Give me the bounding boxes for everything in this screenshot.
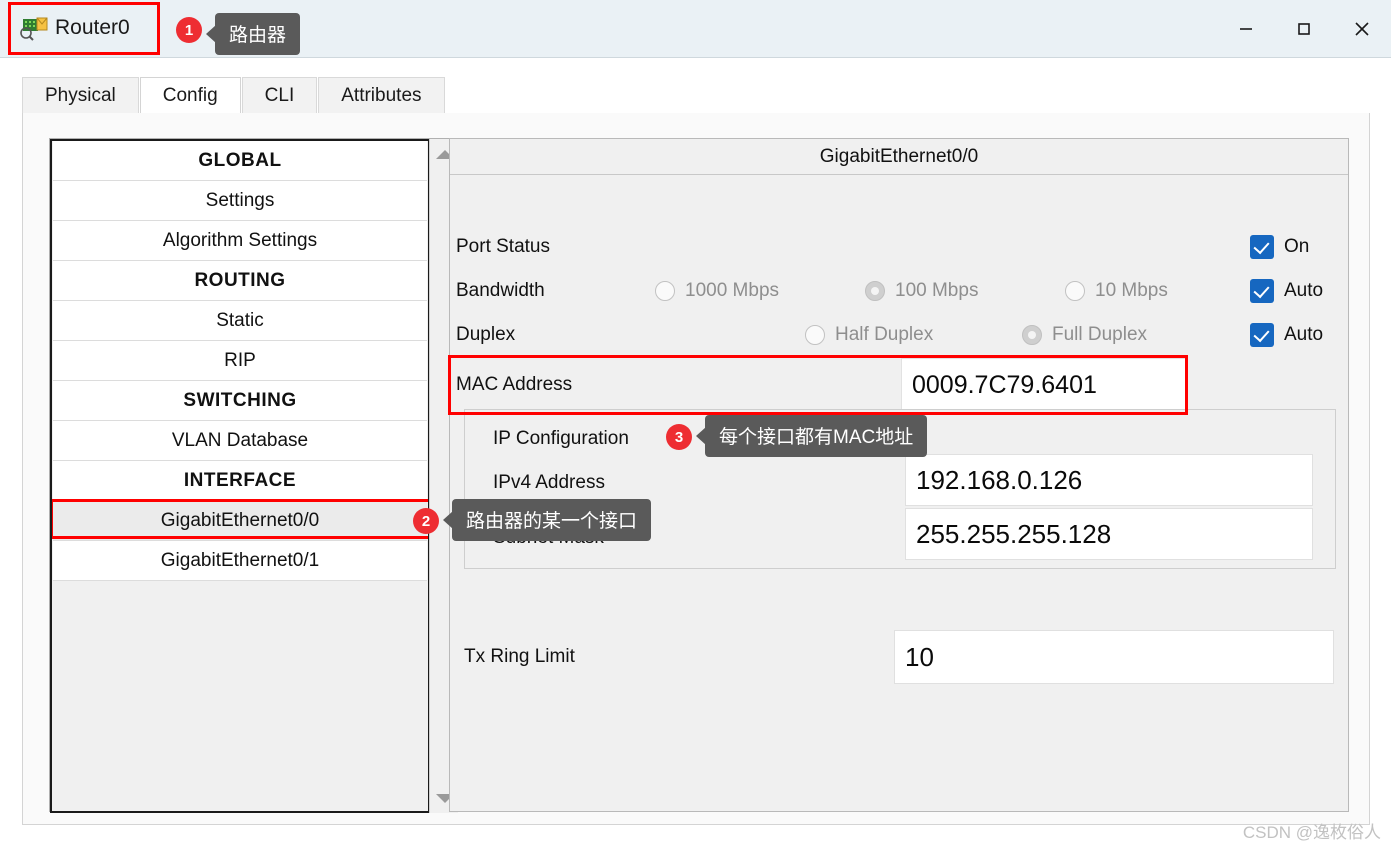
- ip-configuration-title: IP Configuration: [493, 428, 629, 449]
- tx-ring-limit-label: Tx Ring Limit: [464, 646, 575, 667]
- mac-address-field[interactable]: 0009.7C79.6401: [901, 358, 1186, 412]
- bandwidth-option-1000[interactable]: 1000 Mbps: [655, 280, 779, 302]
- duplex-auto-label: Auto: [1284, 324, 1324, 345]
- annotation-badge-2: 2: [413, 508, 439, 534]
- tab-attributes[interactable]: Attributes: [318, 77, 445, 113]
- tx-ring-limit-row: Tx Ring Limit 10: [464, 629, 1336, 685]
- duplex-radio-full[interactable]: [1022, 325, 1042, 345]
- bandwidth-option-10[interactable]: 10 Mbps: [1065, 280, 1168, 302]
- subnet-mask-field[interactable]: 255.255.255.128: [905, 508, 1313, 560]
- bandwidth-radio-10-label: 10 Mbps: [1095, 280, 1168, 301]
- sidebar-item-static[interactable]: Static: [53, 301, 427, 341]
- sidebar-item-routing: ROUTING: [53, 261, 427, 301]
- duplex-auto-checkbox-wrap[interactable]: Auto: [1250, 323, 1323, 347]
- sidebar-item-interface: INTERFACE: [53, 461, 427, 501]
- duplex-label: Duplex: [456, 324, 516, 345]
- annotation-tooltip-1: 路由器: [205, 13, 301, 55]
- config-sidebar: GLOBAL Settings Algorithm Settings ROUTI…: [49, 138, 459, 813]
- annotation-tooltip-3: 每个接口都有MAC地址: [695, 415, 928, 457]
- sidebar-item-settings[interactable]: Settings: [53, 181, 427, 221]
- bandwidth-radio-100-label: 100 Mbps: [895, 280, 979, 301]
- sidebar-item-switching: SWITCHING: [53, 381, 427, 421]
- duplex-auto-checkbox[interactable]: [1250, 323, 1274, 347]
- duplex-option-full[interactable]: Full Duplex: [1022, 324, 1147, 346]
- ipv4-address-label: IPv4 Address: [493, 472, 605, 493]
- duplex-radio-half[interactable]: [805, 325, 825, 345]
- sidebar-item-algorithm-settings[interactable]: Algorithm Settings: [53, 221, 427, 261]
- bandwidth-row: Bandwidth 1000 Mbps 100 Mbps 10 Mbps Aut…: [450, 269, 1348, 313]
- window-title-text: Router0: [55, 16, 130, 39]
- bandwidth-auto-label: Auto: [1284, 280, 1324, 301]
- window-controls: [1217, 0, 1391, 58]
- bandwidth-radio-10[interactable]: [1065, 281, 1085, 301]
- mac-address-label: MAC Address: [456, 374, 573, 395]
- tab-physical[interactable]: Physical: [22, 77, 139, 113]
- bandwidth-label: Bandwidth: [456, 280, 545, 301]
- minimize-button[interactable]: [1217, 9, 1275, 49]
- annotation-badge-1: 1: [176, 17, 202, 43]
- mac-address-row: MAC Address 0009.7C79.6401: [448, 355, 1348, 415]
- sidebar-listbox: GLOBAL Settings Algorithm Settings ROUTI…: [50, 139, 430, 813]
- sidebar-item-vlan-database[interactable]: VLAN Database: [53, 421, 427, 461]
- bandwidth-radio-100[interactable]: [865, 281, 885, 301]
- tab-config[interactable]: Config: [139, 77, 241, 113]
- bandwidth-auto-checkbox[interactable]: [1250, 279, 1274, 303]
- interface-config-panel: GigabitEthernet0/0 Port Status On Bandwi…: [448, 138, 1349, 812]
- port-status-checkbox-label: On: [1284, 236, 1310, 257]
- duplex-option-half[interactable]: Half Duplex: [805, 324, 933, 346]
- interface-panel-header: GigabitEthernet0/0: [450, 139, 1348, 175]
- bandwidth-option-100[interactable]: 100 Mbps: [865, 280, 978, 302]
- duplex-row: Duplex Half Duplex Full Duplex Auto: [450, 313, 1348, 357]
- maximize-button[interactable]: [1275, 9, 1333, 49]
- tx-ring-limit-field[interactable]: 10: [894, 630, 1334, 684]
- bandwidth-radio-1000-label: 1000 Mbps: [685, 280, 780, 301]
- annotation-badge-3: 3: [666, 424, 692, 450]
- bandwidth-auto-checkbox-wrap[interactable]: Auto: [1250, 279, 1323, 303]
- window-title-tab[interactable]: Router0: [10, 3, 158, 53]
- sidebar-item-gigabitethernet0-0[interactable]: GigabitEthernet0/0: [53, 501, 427, 541]
- close-button[interactable]: [1333, 9, 1391, 49]
- watermark: CSDN @逸枚俗人: [1242, 823, 1381, 842]
- sidebar-item-global: GLOBAL: [53, 141, 427, 181]
- port-status-row: Port Status On: [450, 225, 1348, 269]
- sidebar-item-rip[interactable]: RIP: [53, 341, 427, 381]
- config-content-area: GLOBAL Settings Algorithm Settings ROUTI…: [22, 113, 1370, 825]
- tab-strip: Physical Config CLI Attributes: [22, 77, 1370, 114]
- router-icon: [18, 13, 48, 43]
- port-status-checkbox-wrap[interactable]: On: [1250, 235, 1309, 259]
- duplex-radio-half-label: Half Duplex: [835, 324, 934, 345]
- port-status-checkbox[interactable]: [1250, 235, 1274, 259]
- ipv4-address-field[interactable]: 192.168.0.126: [905, 454, 1313, 506]
- port-status-label: Port Status: [456, 236, 550, 257]
- annotation-tooltip-2: 路由器的某一个接口: [442, 499, 652, 541]
- sidebar-item-gigabitethernet0-1[interactable]: GigabitEthernet0/1: [53, 541, 427, 581]
- bandwidth-radio-1000[interactable]: [655, 281, 675, 301]
- tab-cli[interactable]: CLI: [241, 77, 318, 113]
- duplex-radio-full-label: Full Duplex: [1052, 324, 1148, 345]
